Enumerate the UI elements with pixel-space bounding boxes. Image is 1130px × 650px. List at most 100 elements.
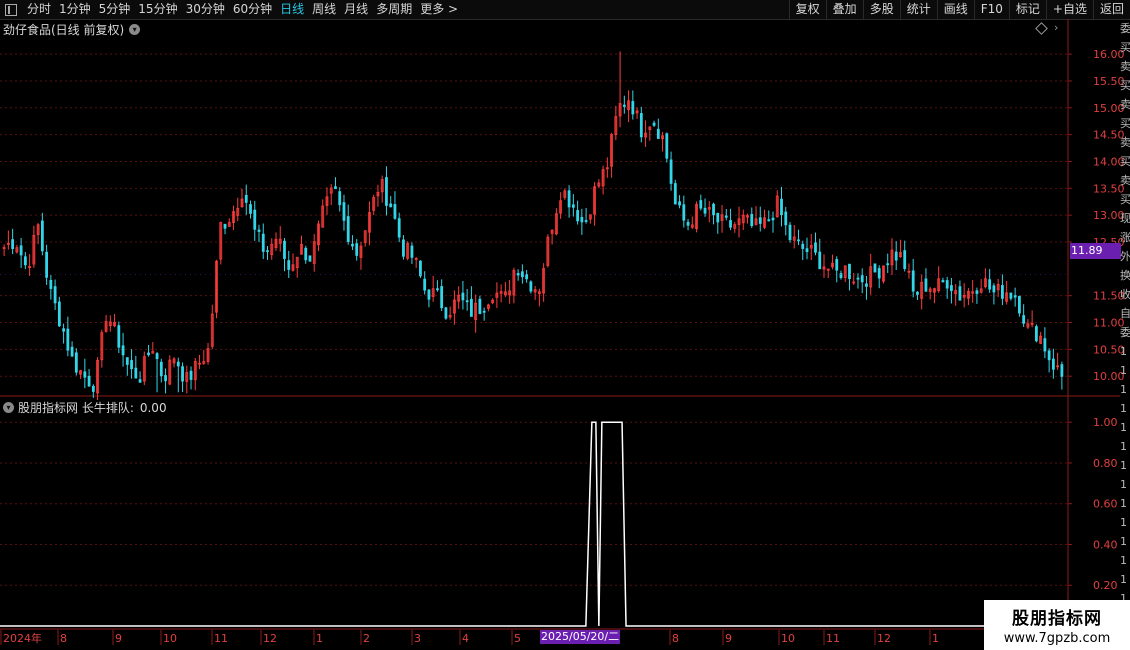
- candle-body: [673, 183, 677, 205]
- candle-body: [580, 216, 584, 223]
- time-label: 11: [826, 632, 840, 645]
- candle-body: [848, 263, 851, 279]
- candle-body: [304, 247, 308, 261]
- candle-body: [669, 159, 673, 184]
- candle-body: [470, 298, 473, 317]
- quote-side-column: 委买卖买卖买卖买卖买现涨外换收自委111111111111111: [1120, 19, 1130, 629]
- candle-body: [941, 280, 945, 283]
- candle-body: [894, 251, 898, 261]
- candle-body: [427, 289, 431, 300]
- candle-body: [567, 190, 571, 208]
- time-label: 1: [316, 632, 323, 645]
- candle-body: [91, 385, 95, 392]
- candle-body: [176, 361, 180, 367]
- candle-body: [916, 291, 919, 295]
- candle-body: [70, 346, 74, 357]
- side-label: 1: [1120, 573, 1127, 586]
- side-label: 现: [1120, 212, 1130, 225]
- candle-body: [801, 243, 805, 249]
- time-label: 2: [363, 632, 370, 645]
- candle-body: [520, 271, 524, 278]
- indicator-line: [0, 421, 1068, 627]
- side-label: 涨: [1120, 231, 1130, 244]
- candle-body: [23, 256, 27, 266]
- candle-body: [155, 353, 159, 360]
- indicator-y-tick-label: 0.80: [1093, 457, 1118, 470]
- side-label: 1: [1120, 440, 1127, 453]
- candle-body: [716, 213, 720, 223]
- side-label: 换: [1120, 269, 1130, 282]
- candle-body: [287, 260, 291, 270]
- candle-body: [419, 260, 422, 277]
- candle-body: [87, 375, 91, 387]
- candle-body: [571, 204, 575, 208]
- candle-body: [797, 239, 800, 242]
- side-label: 卖: [1120, 98, 1130, 111]
- indicator-y-tick-label: 0.40: [1093, 538, 1118, 551]
- candle-body: [767, 219, 771, 222]
- candle-body: [835, 259, 839, 271]
- candle-body: [1001, 285, 1004, 299]
- candle-body: [334, 186, 337, 190]
- candle-body: [189, 370, 193, 380]
- side-label: 买: [1120, 79, 1130, 92]
- side-label: 1: [1120, 516, 1127, 529]
- candle-body: [903, 250, 907, 269]
- candle-body: [338, 191, 342, 206]
- candle-body: [134, 367, 138, 379]
- candle-body: [147, 352, 150, 356]
- candle-body: [351, 243, 354, 247]
- candle-body: [436, 288, 439, 291]
- candle-body: [385, 177, 388, 206]
- side-label: 1: [1120, 459, 1127, 472]
- candle-body: [1013, 295, 1017, 298]
- candle-body: [924, 278, 928, 292]
- side-label: 收: [1120, 288, 1130, 301]
- candle-body: [121, 345, 125, 356]
- time-label: 10: [163, 632, 177, 645]
- candle-body: [45, 251, 49, 278]
- side-label: 1: [1120, 345, 1127, 358]
- candle-body: [130, 360, 133, 370]
- side-label: 1: [1120, 497, 1127, 510]
- candle-body: [83, 371, 87, 378]
- time-label: 12: [263, 632, 277, 645]
- candle-body: [865, 283, 868, 287]
- candle-body: [724, 215, 728, 218]
- candle-body: [975, 290, 979, 294]
- candle-body: [622, 104, 626, 107]
- candle-body: [249, 204, 252, 214]
- side-label: 外: [1120, 250, 1130, 263]
- candle-body: [257, 229, 261, 232]
- candle-body: [138, 379, 142, 383]
- indicator-y-tick-label: 1.00: [1093, 416, 1118, 429]
- candle-body: [682, 204, 686, 221]
- candle-body: [266, 250, 269, 253]
- watermark-line2: www.7gpzb.com: [1003, 631, 1111, 646]
- candle-body: [117, 325, 121, 348]
- candle-body: [389, 203, 393, 208]
- candle-body: [525, 274, 529, 280]
- time-label: 9: [725, 632, 732, 645]
- candle-body: [665, 133, 669, 159]
- candle-body: [652, 122, 656, 126]
- kline-chart[interactable]: 16.0015.5015.0014.5014.0013.5013.0012.50…: [0, 0, 1130, 650]
- candle-body: [308, 255, 312, 262]
- candle-body: [805, 248, 809, 252]
- side-label: 卖: [1120, 174, 1130, 187]
- candle-body: [261, 233, 265, 252]
- side-label: 委: [1120, 22, 1130, 35]
- candle-body: [397, 218, 401, 238]
- side-label: 买: [1120, 155, 1130, 168]
- candle-body: [49, 279, 53, 289]
- candle-body: [639, 113, 643, 138]
- side-label: 买: [1120, 117, 1130, 130]
- candle-body: [57, 301, 61, 327]
- candle-body: [402, 239, 405, 257]
- candle-body: [244, 194, 248, 203]
- candle-body: [1043, 338, 1047, 352]
- indicator-y-tick-label: 0.60: [1093, 498, 1118, 511]
- candle-body: [860, 275, 864, 283]
- candle-body: [253, 209, 257, 230]
- candle-body: [181, 366, 184, 382]
